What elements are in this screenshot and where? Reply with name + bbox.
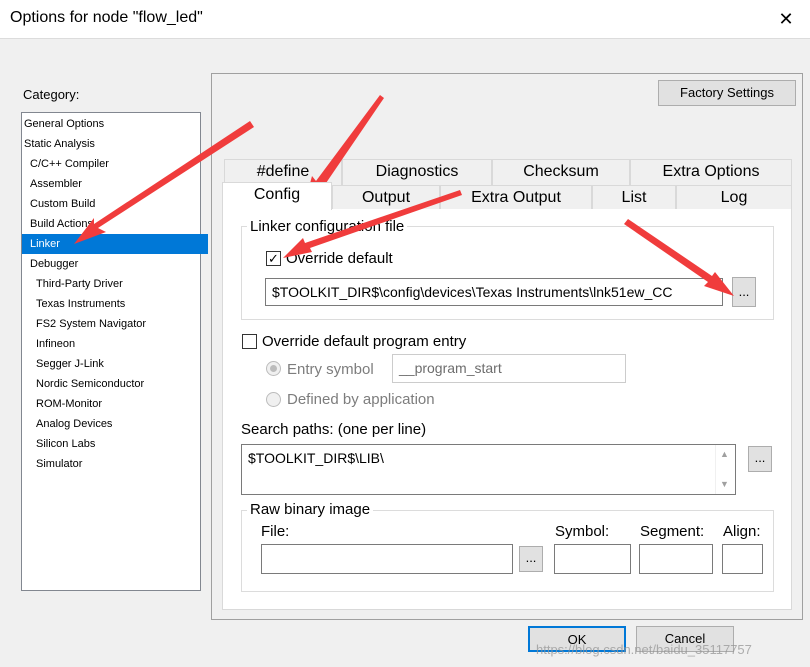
category-list[interactable]: General Options Static Analysis C/C++ Co… xyxy=(21,112,208,591)
defined-by-app-radio[interactable] xyxy=(266,392,281,407)
override-default-checkbox[interactable]: ✓ xyxy=(266,251,281,266)
category-item-texas-instruments[interactable]: Texas Instruments xyxy=(22,294,214,314)
category-item-custom-build[interactable]: Custom Build xyxy=(22,194,208,214)
raw-segment-input[interactable] xyxy=(639,544,713,574)
category-item-static-analysis[interactable]: Static Analysis xyxy=(22,134,202,154)
override-entry-label: Override default program entry xyxy=(262,333,467,350)
raw-symbol-input[interactable] xyxy=(554,544,631,574)
search-paths-browse-button[interactable]: ... xyxy=(748,446,772,472)
tab-list[interactable]: List xyxy=(592,185,676,209)
category-label: Category: xyxy=(23,87,80,102)
linker-config-group-title: Linker configuration file xyxy=(247,218,408,235)
tab-extra-output[interactable]: Extra Output xyxy=(440,185,592,209)
category-item-fs2-system-navigator[interactable]: FS2 System Navigator xyxy=(22,314,214,334)
raw-segment-label: Segment: xyxy=(640,523,705,540)
tab-output[interactable]: Output xyxy=(332,185,440,209)
raw-file-input[interactable] xyxy=(261,544,513,574)
tab-extra-options[interactable]: Extra Options xyxy=(630,159,792,185)
window-title: Options for node "flow_led" xyxy=(10,9,203,26)
tab-diagnostics[interactable]: Diagnostics xyxy=(342,159,492,185)
entry-symbol-radio[interactable] xyxy=(266,361,281,376)
category-item-assembler[interactable]: Assembler xyxy=(22,174,208,194)
title-bar: Options for node "flow_led" ✕ xyxy=(0,0,810,38)
category-item-third-party-driver[interactable]: Third-Party Driver xyxy=(22,274,214,294)
defined-by-app-label: Defined by application xyxy=(287,391,435,408)
tab-checksum[interactable]: Checksum xyxy=(492,159,630,185)
raw-binary-group-title: Raw binary image xyxy=(247,501,374,518)
scroll-down-icon[interactable]: ▼ xyxy=(720,479,729,489)
raw-align-label: Align: xyxy=(723,523,761,540)
category-item-general-options[interactable]: General Options xyxy=(22,114,202,134)
category-item-rom-monitor[interactable]: ROM-Monitor xyxy=(22,394,214,414)
category-item-linker[interactable]: Linker xyxy=(22,234,208,254)
category-item-nordic-semiconductor[interactable]: Nordic Semiconductor xyxy=(22,374,214,394)
watermark: https://blog.csdn.net/baidu_35117757 xyxy=(536,642,752,657)
search-paths-input[interactable]: $TOOLKIT_DIR$\LIB\ xyxy=(241,444,736,495)
factory-settings-button[interactable]: Factory Settings xyxy=(658,80,796,106)
category-item-build-actions[interactable]: Build Actions xyxy=(22,214,208,234)
override-entry-checkbox[interactable] xyxy=(242,334,257,349)
override-default-label: Override default xyxy=(286,250,393,267)
close-icon[interactable]: ✕ xyxy=(774,8,798,30)
raw-file-label: File: xyxy=(261,523,290,540)
category-item-silicon-labs[interactable]: Silicon Labs xyxy=(22,434,214,454)
raw-symbol-label: Symbol: xyxy=(555,523,610,540)
category-item-analog-devices[interactable]: Analog Devices xyxy=(22,414,214,434)
linker-config-browse-button[interactable]: ... xyxy=(732,277,756,307)
tab-log[interactable]: Log xyxy=(676,185,792,209)
entry-symbol-input[interactable]: __program_start xyxy=(392,354,626,383)
category-item-c-compiler[interactable]: C/C++ Compiler xyxy=(22,154,208,174)
category-item-infineon[interactable]: Infineon xyxy=(22,334,214,354)
search-paths-scrollbar[interactable]: ▲ ▼ xyxy=(715,445,735,494)
raw-file-browse-button[interactable]: ... xyxy=(519,546,543,572)
scroll-up-icon[interactable]: ▲ xyxy=(720,449,729,459)
linker-config-path-input[interactable]: $TOOLKIT_DIR$\config\devices\Texas Instr… xyxy=(265,278,723,306)
category-item-segger-jlink[interactable]: Segger J-Link xyxy=(22,354,214,374)
tab-config[interactable]: Config xyxy=(222,182,332,210)
search-paths-label: Search paths: (one per line) xyxy=(241,421,427,438)
category-item-simulator[interactable]: Simulator xyxy=(22,454,214,474)
entry-symbol-label: Entry symbol xyxy=(287,361,374,378)
category-item-debugger[interactable]: Debugger xyxy=(22,254,208,274)
raw-align-input[interactable] xyxy=(722,544,763,574)
